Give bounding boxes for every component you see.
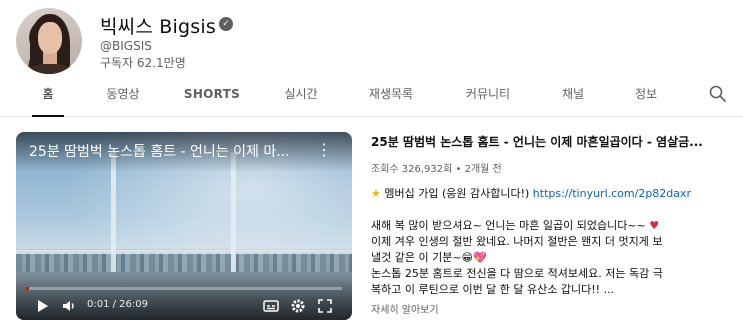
video-meta: 조회수 326,932회 • 2개월 전 (371, 164, 502, 175)
fullscreen-icon[interactable] (316, 297, 334, 315)
membership-text: 멤버십 가입 (응원 감사합니다!) (384, 187, 533, 200)
player-controls: 0:01 / 26:09 (16, 295, 352, 317)
player-video-title[interactable]: 25분 땀범벅 논스톱 홈트 - 언니는 이제 마... (29, 141, 314, 161)
tab-community[interactable]: 커뮤니티 (456, 80, 520, 117)
tab-about[interactable]: 정보 (626, 80, 666, 117)
channel-name[interactable]: 빅씨스 Bigsis (100, 12, 216, 39)
membership-link[interactable]: https://tinyurl.com/2p82daxr (533, 187, 691, 200)
video-title[interactable]: 25분 땀범벅 논스톱 홈트 - 언니는 이제 마흔일곱이다 - 염살금... (371, 133, 731, 150)
progress-fill (26, 287, 29, 290)
video-player[interactable]: 25분 땀범벅 논스톱 홈트 - 언니는 이제 마... ⋮ 0:01 / 26… (16, 132, 352, 320)
settings-gear-icon[interactable] (289, 297, 307, 315)
description-line: 낼것 같은 이 기분~😁💖 (371, 250, 731, 266)
star-icon: ★ (371, 187, 381, 200)
channel-handle: @BIGSIS (100, 39, 152, 53)
heart-icon: ♥ (649, 219, 660, 232)
verified-check-icon: ✓ (219, 17, 233, 31)
window-mullion (111, 152, 116, 292)
tab-videos[interactable]: 동영상 (98, 80, 148, 117)
description-line: 이제 겨우 인생의 절반 왔네요. 나머지 절반은 왠지 더 멋지게 보 (371, 235, 663, 248)
tab-channels[interactable]: 채널 (553, 80, 593, 117)
description-body: 새해 복 많이 받으셔요~ 언니는 마흔 일곱이 되었습니다~~ ♥ 이제 겨우… (371, 218, 731, 298)
play-icon[interactable] (33, 297, 51, 315)
membership-line: ★ 멤버십 가입 (응원 감사합니다!) https://tinyurl.com… (371, 186, 731, 202)
description-line: 논스톱 25분 홈트로 전신을 다 땀으로 적셔보세요. 저는 독감 극 (371, 267, 663, 280)
tab-playlists[interactable]: 재생목록 (359, 80, 423, 117)
description-line: 복하고 이 루틴으로 이번 달 한 달 유산소 갑니다!! ... (371, 283, 615, 296)
sparkle-heart-icon: 💖 (473, 251, 487, 264)
tab-live[interactable]: 실시간 (275, 80, 327, 117)
window-mullion (231, 152, 236, 292)
description-line-text: 새해 복 많이 받으셔요~ 언니는 마흔 일곱이 되었습니다~~ (371, 219, 650, 232)
avatar-shoulders (30, 64, 70, 74)
grin-emoji-icon: 😁 (461, 251, 474, 264)
subtitles-icon[interactable] (262, 297, 280, 315)
volume-icon[interactable] (60, 297, 78, 315)
avatar-face (38, 22, 62, 54)
more-vert-icon[interactable]: ⋮ (316, 140, 332, 160)
avatar[interactable] (16, 8, 82, 74)
tab-shorts[interactable]: SHORTS (183, 80, 241, 117)
channel-tabs: 홈 동영상 SHORTS 실시간 재생목록 커뮤니티 채널 정보 (0, 80, 743, 117)
search-icon[interactable] (708, 84, 728, 104)
window-rail (16, 250, 352, 254)
video-frame-city (16, 252, 352, 272)
channel-header: 빅씨스 Bigsis ✓ @BIGSIS 구독자 62.1만명 (0, 0, 743, 80)
read-more-link[interactable]: 자세히 알아보기 (371, 301, 439, 316)
playback-time: 0:01 / 26:09 (87, 299, 149, 310)
description-line-text: 낼것 같은 이 기분~ (371, 251, 462, 264)
description-line: 새해 복 많이 받으셔요~ 언니는 마흔 일곱이 되었습니다~~ ♥ (371, 218, 731, 234)
progress-bar[interactable] (26, 287, 342, 290)
subscriber-count: 구독자 62.1만명 (100, 56, 186, 70)
tab-home[interactable]: 홈 (32, 80, 64, 117)
